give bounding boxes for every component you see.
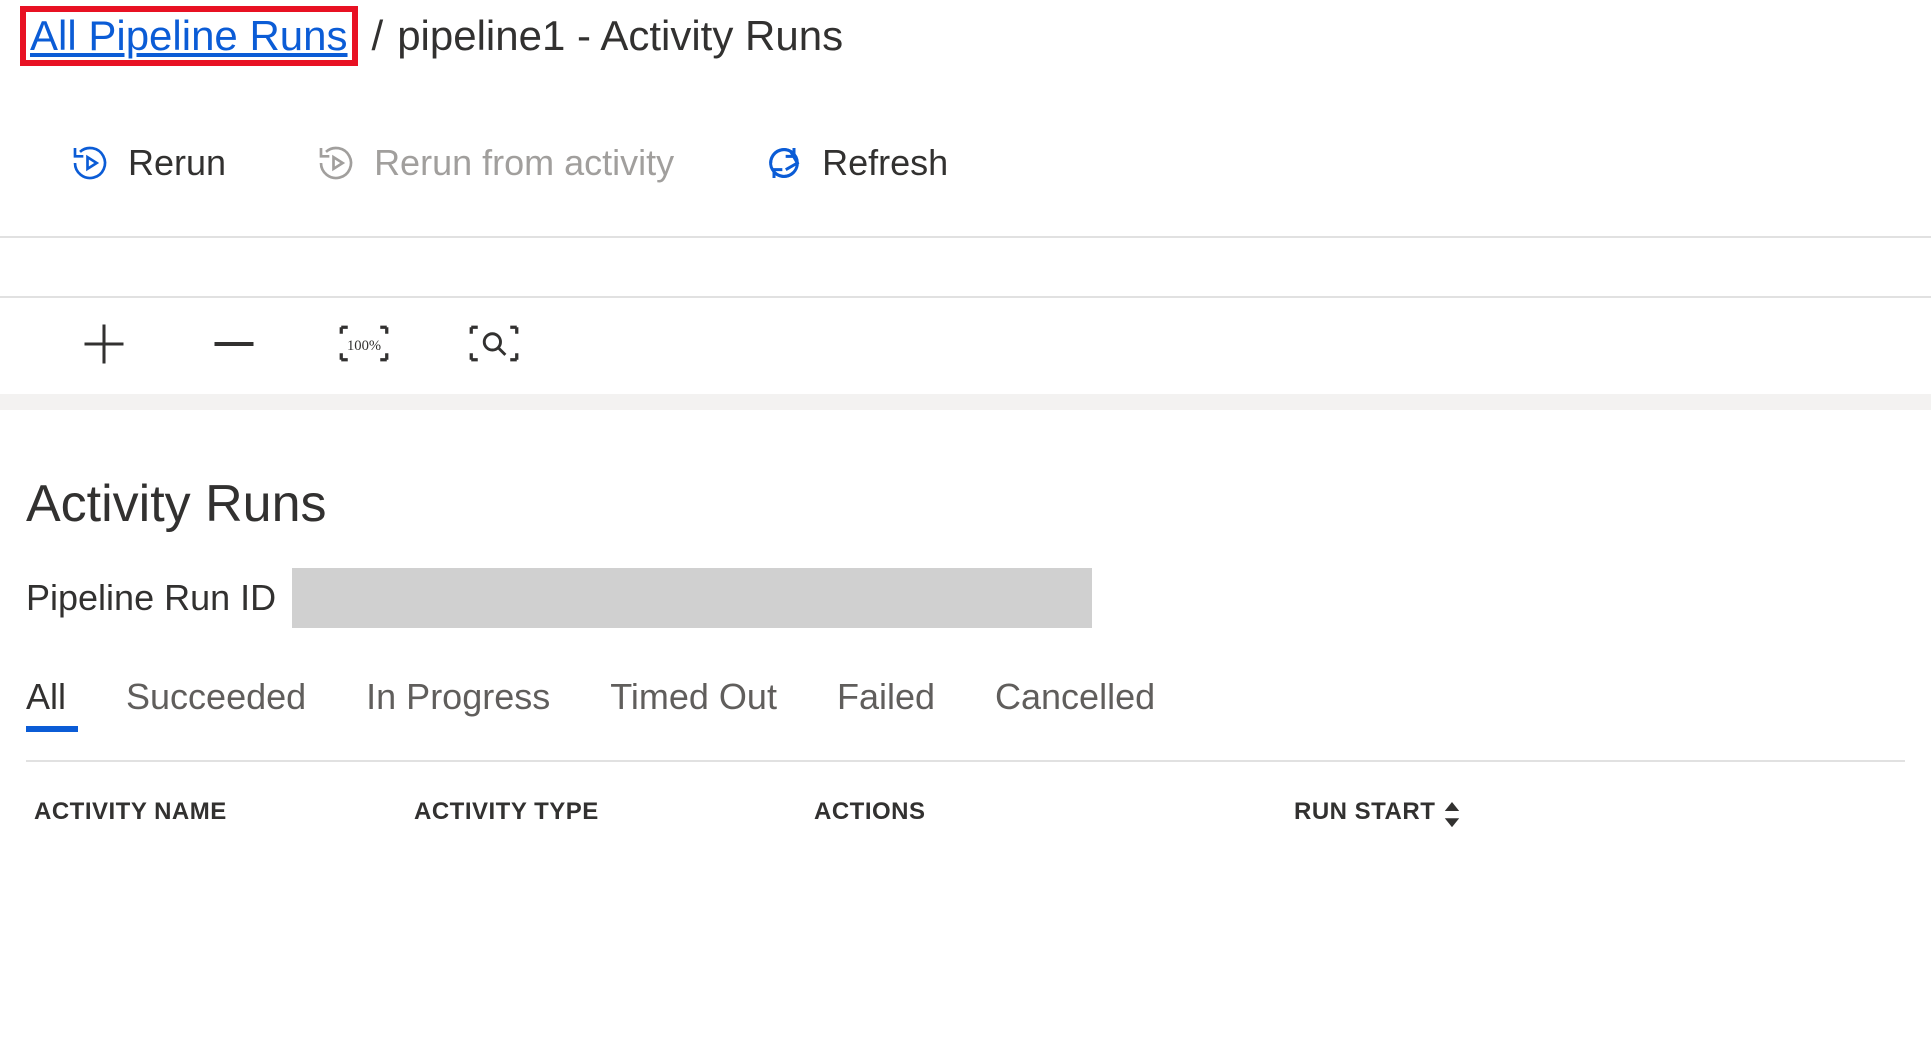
rerun-from-activity-button: Rerun from activity [316,142,674,184]
rerun-from-activity-label: Rerun from activity [374,142,674,184]
rerun-button[interactable]: Rerun [70,142,226,184]
refresh-icon [764,143,804,183]
rerun-from-activity-icon [316,143,356,183]
filter-tab-in-progress[interactable]: In Progress [366,676,550,724]
filter-tab-failed[interactable]: Failed [837,676,935,724]
column-header-actions[interactable]: ACTIONS [814,798,1294,826]
pipeline-run-id-label: Pipeline Run ID [26,577,276,619]
rerun-label: Rerun [128,142,226,184]
table-header: ACTIVITY NAME ACTIVITY TYPE ACTIONS RUN … [26,762,1905,826]
filter-tab-timed-out[interactable]: Timed Out [610,676,777,724]
zoom-toolbar: 100% [0,298,1931,410]
zoom-fit-icon [468,324,520,368]
column-header-activity-type[interactable]: ACTIVITY TYPE [414,798,814,826]
refresh-label: Refresh [822,142,948,184]
plus-icon [78,318,130,375]
filter-tabs: All Succeeded In Progress Timed Out Fail… [26,676,1905,762]
zoom-out-button[interactable] [208,320,260,372]
zoom-reset-button[interactable]: 100% [338,320,390,372]
minus-icon [208,318,260,375]
breadcrumb-link-all-pipeline-runs[interactable]: All Pipeline Runs [20,6,358,66]
column-header-run-start[interactable]: RUN START [1294,798,1461,826]
filter-tab-cancelled[interactable]: Cancelled [995,676,1155,724]
zoom-to-fit-button[interactable] [468,320,520,372]
sort-icon [1443,802,1461,822]
refresh-button[interactable]: Refresh [764,142,948,184]
breadcrumb-current: pipeline1 - Activity Runs [397,12,843,60]
filter-tab-succeeded[interactable]: Succeeded [126,676,306,724]
breadcrumb: All Pipeline Runs / pipeline1 - Activity… [0,6,1931,96]
toolbar: Rerun Rerun from activity [0,96,1931,238]
pipeline-run-id-value [292,568,1092,628]
svg-text:100%: 100% [347,338,381,354]
zoom-100-icon: 100% [338,324,390,368]
breadcrumb-separator: / [372,12,384,60]
column-header-run-start-label: RUN START [1294,798,1435,826]
section-title: Activity Runs [26,474,1905,534]
filter-tab-all[interactable]: All [26,676,66,724]
pipeline-run-id-row: Pipeline Run ID [26,568,1905,628]
zoom-in-button[interactable] [78,320,130,372]
column-header-activity-name[interactable]: ACTIVITY NAME [34,798,414,826]
rerun-icon [70,143,110,183]
